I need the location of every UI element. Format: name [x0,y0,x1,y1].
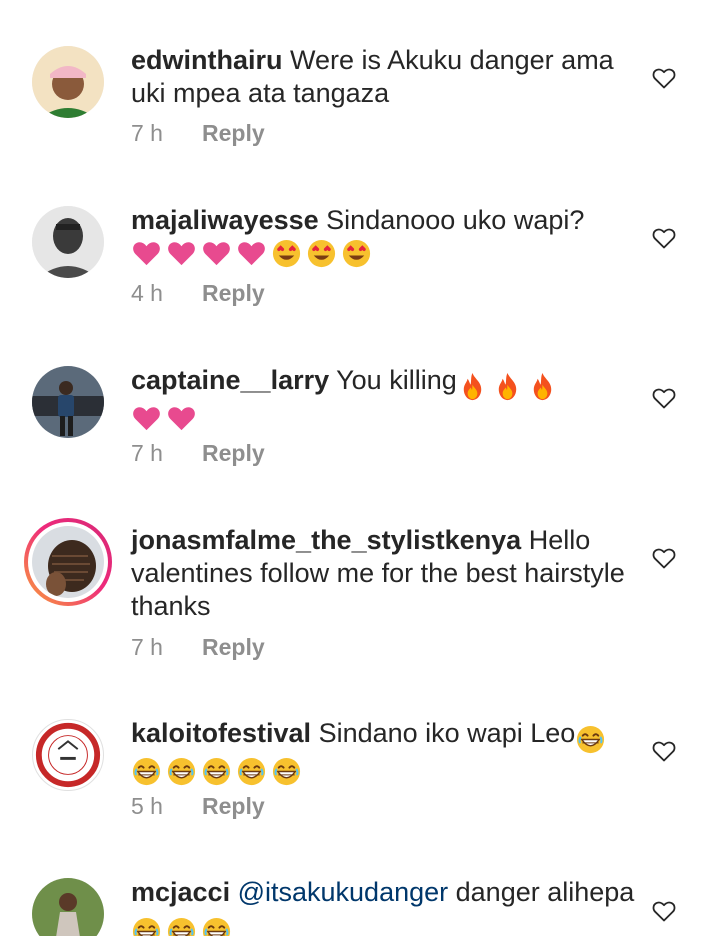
heart-outline-icon [652,741,676,762]
profile-photo [32,366,104,438]
emoji-row [131,402,636,435]
heart-outline-icon [652,548,676,569]
timestamp: 5 h [131,793,163,819]
comment-text: captaine__larry You killing [131,364,636,435]
grin-emoji-icon [575,724,606,755]
reply-button[interactable]: Reply [202,634,265,661]
comment-body: Sindano iko wapi Leo [318,718,576,748]
avatar[interactable] [32,719,104,791]
grin-emoji-icon [166,916,197,936]
grin-emoji-icon [236,756,267,787]
like-button[interactable] [652,900,676,924]
comment-meta: 7 h Reply [131,120,265,147]
comment-body: Sindanooo uko wapi? [326,205,585,235]
emoji-row [131,755,636,788]
grin-emoji-icon [201,756,232,787]
inline-emoji-group [575,722,610,755]
grin-emoji-icon [166,756,197,787]
comment-meta: 4 h Reply [131,280,265,307]
grin-emoji-icon [131,756,162,787]
fire-emoji-icon [492,371,523,402]
fire-emoji-icon [457,371,488,402]
comment-text: mcjacci @itsakukudanger danger alihepa [131,876,636,936]
avatar-story-ring[interactable] [24,518,112,606]
username[interactable]: jonasmfalme_the_stylistkenya [131,525,521,555]
profile-photo [32,878,104,936]
avatar-inner [28,522,108,602]
profile-photo [32,46,104,118]
emoji-row [131,237,636,270]
timestamp: 7 h [131,440,163,466]
heart-emoji-icon [201,238,232,269]
like-button[interactable] [652,740,676,764]
mention-link[interactable]: @itsakukudanger [238,877,449,907]
inline-emoji-group [457,369,562,402]
reply-button[interactable]: Reply [202,120,265,147]
avatar[interactable] [32,878,104,936]
comment-meta: 7 h Reply [131,634,265,661]
timestamp: 7 h [131,634,163,660]
grin-emoji-icon [271,756,302,787]
comment-text: kaloitofestival Sindano iko wapi Leo [131,717,636,788]
fire-emoji-icon [527,371,558,402]
profile-photo [32,526,104,598]
festival-logo [35,722,101,788]
avatar[interactable] [32,46,104,118]
heart-eyes-emoji-icon [341,238,372,269]
heart-eyes-emoji-icon [306,238,337,269]
comment-body: danger alihepa [455,877,635,907]
timestamp: 7 h [131,120,163,146]
comment-meta: 5 h Reply [131,793,265,820]
reply-button[interactable]: Reply [202,440,265,467]
reply-button[interactable]: Reply [202,280,265,307]
grin-emoji-icon [201,916,232,936]
avatar [32,526,104,598]
like-button[interactable] [652,547,676,571]
comment-body: You killing [336,365,457,395]
profile-photo [32,206,104,278]
inline-emoji-group [131,914,236,936]
username[interactable]: captaine__larry [131,365,329,395]
grin-emoji-icon [131,916,162,936]
comment-text: edwinthairu Were is Akuku danger ama uki… [131,44,636,110]
comment-text: majaliwayesse Sindanooo uko wapi? [131,204,636,270]
heart-outline-icon [652,68,676,89]
comment-meta: 7 h Reply [131,440,265,467]
reply-button[interactable]: Reply [202,793,265,820]
heart-emoji-icon [131,403,162,434]
heart-outline-icon [652,228,676,249]
avatar[interactable] [32,206,104,278]
username[interactable]: edwinthairu [131,45,283,75]
heart-emoji-icon [236,238,267,269]
heart-outline-icon [652,388,676,409]
comment-text: jonasmfalme_the_stylistkenya Hello valen… [131,524,636,623]
like-button[interactable] [652,67,676,91]
avatar[interactable] [32,366,104,438]
username[interactable]: kaloitofestival [131,718,311,748]
heart-outline-icon [652,901,676,922]
heart-emoji-icon [166,403,197,434]
heart-emoji-icon [166,238,197,269]
like-button[interactable] [652,227,676,251]
heart-eyes-emoji-icon [271,238,302,269]
username[interactable]: majaliwayesse [131,205,319,235]
heart-emoji-icon [131,238,162,269]
timestamp: 4 h [131,280,163,306]
like-button[interactable] [652,387,676,411]
comments-feed: edwinthairu Were is Akuku danger ama uki… [0,0,720,936]
username[interactable]: mcjacci [131,877,230,907]
